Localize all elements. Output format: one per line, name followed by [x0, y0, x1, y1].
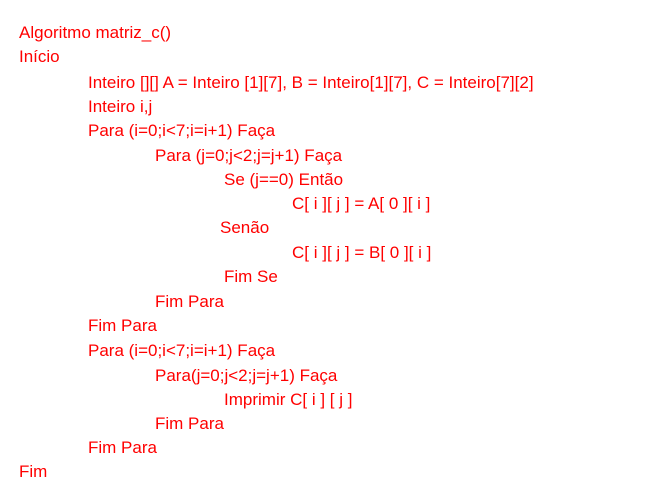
matrix-declaration: Inteiro [][] A = Inteiro [1][7], B = Int…	[88, 73, 534, 92]
pseudocode-document: Algoritmo matriz_c() Início Inteiro [][]…	[0, 0, 654, 498]
assign-from-b: C[ i ][ j ] = B[ 0 ][ i ]	[292, 243, 432, 262]
outer-loop-2: Para (i=0;i<7;i=i+1) Faça	[88, 341, 276, 360]
end-if: Fim Se	[224, 267, 278, 286]
index-declaration: Inteiro i,j	[88, 97, 153, 116]
end-inner-loop-2: Fim Para	[155, 414, 224, 433]
if-statement: Se (j==0) Então	[224, 170, 344, 189]
end-outer-loop-2: Fim Para	[88, 438, 157, 457]
outer-loop-1: Para (i=0;i<7;i=i+1) Faça	[88, 121, 276, 140]
algorithm-header: Algoritmo matriz_c()	[19, 23, 172, 42]
inner-loop-2: Para(j=0;j<2;j=j+1) Faça	[155, 366, 338, 385]
begin-keyword: Início	[19, 47, 60, 66]
inner-loop-1: Para (j=0;j<2;j=j+1) Faça	[155, 146, 343, 165]
end-keyword: Fim	[19, 462, 48, 481]
print-statement: Imprimir C[ i ] [ j ]	[224, 390, 353, 409]
else-keyword: Senão	[220, 218, 270, 237]
end-outer-loop-1: Fim Para	[88, 316, 157, 335]
end-inner-loop-1: Fim Para	[155, 292, 224, 311]
assign-from-a: C[ i ][ j ] = A[ 0 ][ i ]	[292, 194, 431, 213]
